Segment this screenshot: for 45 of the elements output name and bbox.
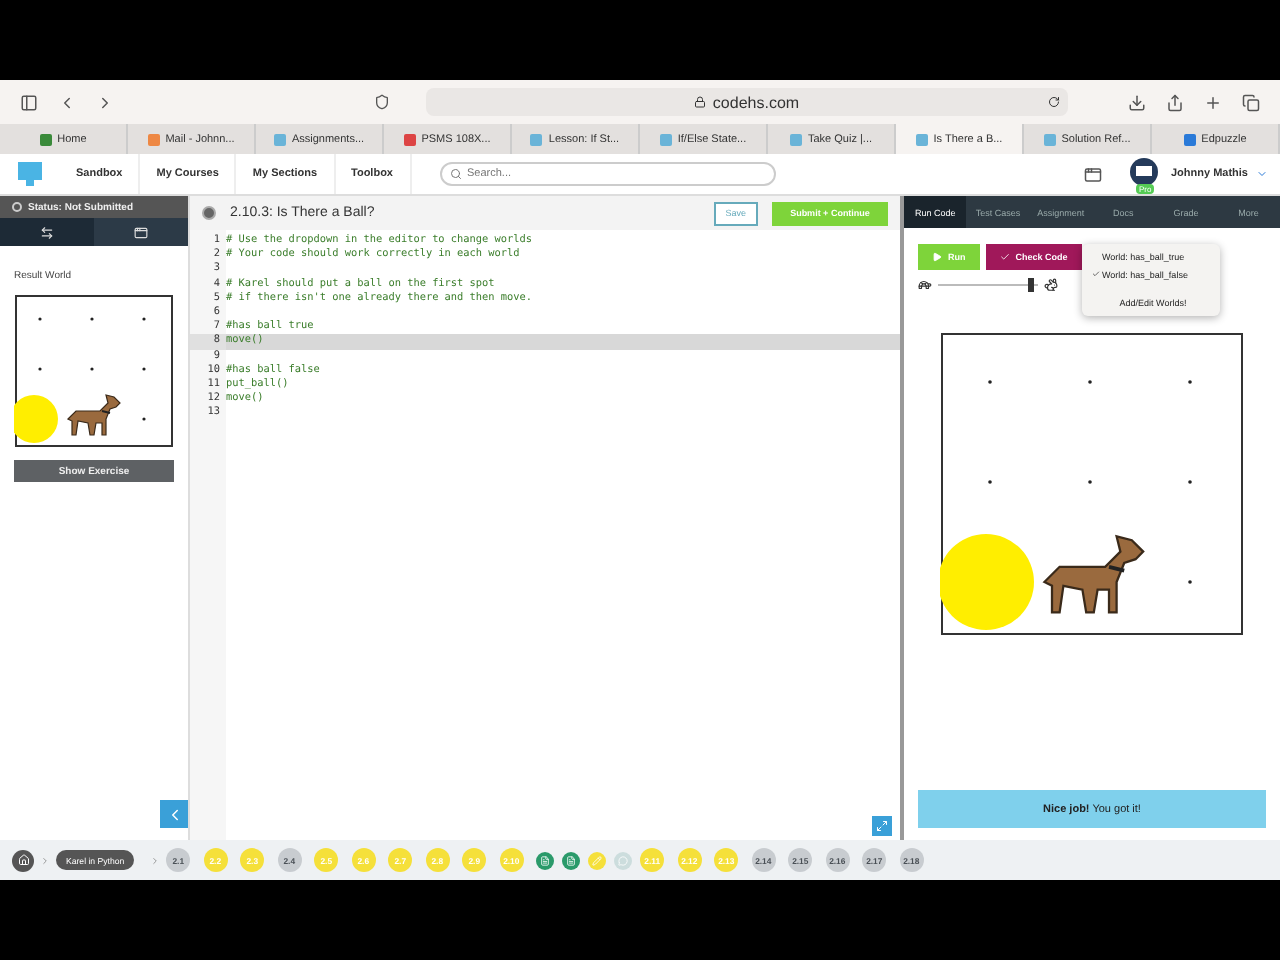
- favicon-icon: [147, 133, 160, 145]
- home-button[interactable]: [12, 849, 34, 871]
- speech-bubble-icon: [618, 855, 629, 865]
- doc-bubble[interactable]: [562, 851, 581, 869]
- sidebar-toggle-icon[interactable]: [20, 93, 38, 111]
- dog-drawing: [67, 394, 121, 436]
- address-bar[interactable]: codehs.com: [426, 88, 1068, 116]
- chevron-right-icon: [40, 855, 50, 865]
- favicon-icon: [1183, 133, 1196, 145]
- pencil-icon: [592, 855, 603, 865]
- document-icon: [566, 855, 577, 865]
- favicon-icon: [659, 133, 672, 145]
- favicon-icon: [39, 133, 52, 145]
- doc-bubble[interactable]: [536, 851, 555, 869]
- favicon-icon: [273, 133, 286, 145]
- tabs-overview-icon[interactable]: [1242, 93, 1260, 111]
- download-icon[interactable]: [1128, 93, 1146, 111]
- window-icon: [134, 225, 148, 239]
- slider-thumb[interactable]: [1027, 278, 1033, 292]
- favicon-icon: [790, 133, 802, 145]
- share-icon[interactable]: [1166, 93, 1184, 111]
- new-tab-icon[interactable]: [1204, 93, 1222, 111]
- turtle-icon: [918, 278, 932, 292]
- shield-icon[interactable]: [374, 94, 390, 110]
- home-icon: [17, 854, 29, 866]
- rabbit-icon: [1044, 278, 1058, 292]
- back-icon[interactable]: [58, 93, 76, 111]
- forward-icon[interactable]: [96, 93, 114, 111]
- favicon-icon: [915, 133, 928, 145]
- check-icon: [999, 252, 1010, 262]
- window-icon[interactable]: [1084, 165, 1103, 183]
- expand-button[interactable]: [872, 816, 892, 836]
- favicon-icon: [403, 133, 416, 145]
- play-icon: [932, 252, 942, 262]
- favicon-icon: [1043, 133, 1056, 145]
- arrows-icon: [40, 225, 54, 239]
- search-icon: [449, 168, 461, 180]
- document-icon: [540, 855, 551, 865]
- check-icon: [1092, 270, 1100, 278]
- dog-drawing: [1042, 534, 1145, 614]
- sidebar-tab[interactable]: [94, 218, 188, 246]
- status-icon: [202, 206, 216, 220]
- chevron-right-icon: [150, 855, 161, 865]
- avatar-icon[interactable]: [1130, 158, 1159, 186]
- favicon-icon: [530, 133, 543, 145]
